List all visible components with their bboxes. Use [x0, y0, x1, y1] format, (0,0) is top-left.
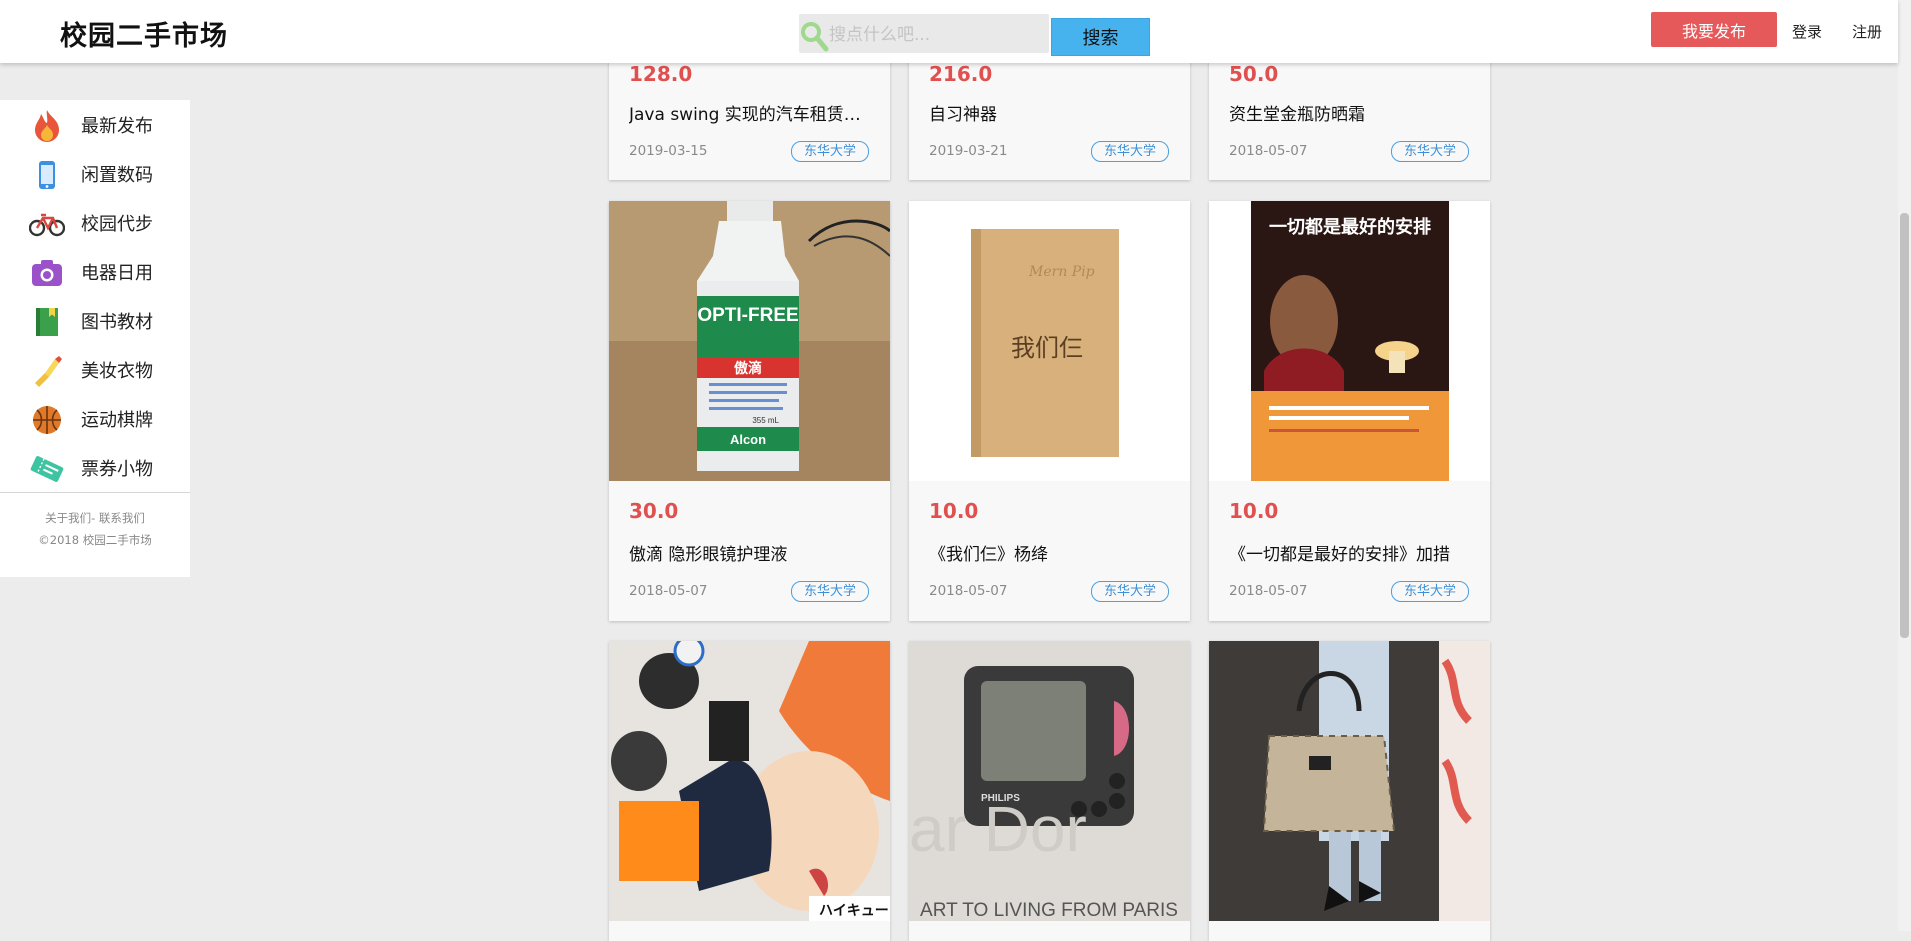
- login-link[interactable]: 登录: [1792, 21, 1822, 42]
- footer-links: 关于我们- 联系我们: [0, 510, 190, 526]
- sidebar-item-label: 校园代步: [81, 214, 153, 235]
- sidebar-item-digital[interactable]: 闲置数码: [0, 149, 190, 198]
- register-link[interactable]: 注册: [1852, 21, 1882, 42]
- product-title: 《一切都是最好的安排》加措: [1229, 545, 1450, 565]
- contact-us-link[interactable]: 联系我们: [99, 511, 145, 525]
- sidebar-item-label: 电器日用: [81, 263, 153, 284]
- bicycle-icon: [28, 206, 66, 238]
- phone-icon: [29, 157, 65, 189]
- product-title: 傲滴 隐形眼镜护理液: [629, 545, 788, 565]
- svg-text:ハイキュー!!: ハイキュー!!: [819, 903, 890, 919]
- sidebar-item-tickets[interactable]: 票券小物: [0, 443, 190, 492]
- product-date: 2018-05-07: [929, 583, 1008, 599]
- product-title: 《我们仨》杨绛: [929, 545, 1048, 565]
- search-box: [799, 14, 1049, 55]
- product-card[interactable]: [1209, 641, 1490, 941]
- product-price: 128.0: [629, 62, 693, 86]
- product-grid: 128.0 Java swing 实现的汽车租赁… 2019-03-15 东华大…: [609, 0, 1490, 941]
- product-date: 2018-05-07: [1229, 143, 1308, 159]
- product-card[interactable]: 一切都是最好的安排 10.0 《一切都是最好的安排》加措 2018-05-07 …: [1209, 201, 1490, 621]
- product-image: Mern Pip 我们仨: [909, 201, 1190, 481]
- svg-text:ar Dor: ar Dor: [909, 793, 1087, 865]
- school-badge: 东华大学: [791, 141, 869, 162]
- book-title-text: 一切都是最好的安排: [1269, 216, 1431, 238]
- search-icon[interactable]: [800, 19, 830, 57]
- sidebar-item-label: 票券小物: [81, 459, 153, 480]
- flame-icon: [29, 108, 65, 142]
- product-price: 216.0: [929, 62, 993, 86]
- ticket-icon: [29, 451, 65, 483]
- sidebar-item-beauty[interactable]: 美妆衣物: [0, 345, 190, 394]
- product-card[interactable]: OPTI-FREE 傲滴 355 mL Alcon 30.0 傲滴 隐形眼镜护理…: [609, 201, 890, 621]
- bottle-brand-text: OPTI-FREE: [697, 305, 798, 326]
- sidebar-item-transport[interactable]: 校园代步: [0, 198, 190, 247]
- book-icon: [29, 304, 65, 336]
- bottle-volume-text: 355 mL: [752, 416, 779, 425]
- category-sidebar: 最新发布 闲置数码 校园代步 电器日用 图书教材 美妆衣物 运动棋牌 票券小物 …: [0, 100, 190, 577]
- school-badge: 东华大学: [1091, 581, 1169, 602]
- device-caption-text: ART TO LIVING FROM PARIS: [920, 900, 1178, 921]
- product-date: 2019-03-15: [629, 143, 708, 159]
- product-image: OPTI-FREE 傲滴 355 mL Alcon: [609, 201, 890, 481]
- sidebar-item-label: 闲置数码: [81, 165, 153, 186]
- school-badge: 东华大学: [1391, 141, 1469, 162]
- sidebar-item-appliances[interactable]: 电器日用: [0, 247, 190, 296]
- sidebar-item-books[interactable]: 图书教材: [0, 296, 190, 345]
- lipstick-icon: [29, 353, 65, 387]
- vertical-scrollbar[interactable]: [1898, 0, 1911, 931]
- product-price: 50.0: [1229, 62, 1279, 86]
- copyright: ©2018 校园二手市场: [38, 533, 152, 547]
- bottle-maker-text: Alcon: [730, 432, 766, 447]
- product-date: 2018-05-07: [629, 583, 708, 599]
- product-title: 自习神器: [929, 105, 997, 125]
- svg-text:Mern Pip: Mern Pip: [1028, 264, 1095, 280]
- product-price: 10.0: [1229, 499, 1279, 523]
- book-title-text: 我们仨: [1011, 334, 1083, 362]
- product-card[interactable]: ハイキュー!!: [609, 641, 890, 941]
- product-price: 10.0: [929, 499, 979, 523]
- sidebar-item-label: 图书教材: [81, 312, 153, 333]
- product-image: 一切都是最好的安排: [1209, 201, 1490, 481]
- sidebar-item-label: 美妆衣物: [81, 361, 153, 382]
- scrollbar-thumb[interactable]: [1900, 213, 1909, 638]
- publish-button[interactable]: 我要发布: [1651, 12, 1777, 47]
- sidebar-item-label: 运动棋牌: [81, 410, 153, 431]
- product-image: PHILIPS ar Dor ART TO LIVING FROM PARIS: [909, 641, 1190, 921]
- product-date: 2019-03-21: [929, 143, 1008, 159]
- camera-icon: [29, 255, 65, 287]
- search-button[interactable]: 搜索: [1051, 18, 1150, 56]
- sidebar-item-sports[interactable]: 运动棋牌: [0, 394, 190, 443]
- product-card[interactable]: PHILIPS ar Dor ART TO LIVING FROM PARIS: [909, 641, 1190, 941]
- product-price: 30.0: [629, 499, 679, 523]
- sidebar-divider: [0, 492, 190, 493]
- product-title: Java swing 实现的汽车租赁…: [629, 105, 861, 125]
- sidebar-item-latest[interactable]: 最新发布: [0, 100, 190, 149]
- product-title: 资生堂金瓶防晒霜: [1229, 105, 1365, 125]
- product-card[interactable]: Mern Pip 我们仨 10.0 《我们仨》杨绛 2018-05-07 东华大…: [909, 201, 1190, 621]
- product-image: ハイキュー!!: [609, 641, 890, 921]
- product-image: [1209, 641, 1490, 921]
- bottle-sub-text: 傲滴: [734, 360, 762, 377]
- search-input[interactable]: [827, 14, 1046, 55]
- school-badge: 东华大学: [1091, 141, 1169, 162]
- product-date: 2018-05-07: [1229, 583, 1308, 599]
- sidebar-item-label: 最新发布: [81, 116, 153, 137]
- top-header: 校园二手市场 搜索 我要发布 登录 注册: [0, 0, 1898, 63]
- school-badge: 东华大学: [791, 581, 869, 602]
- site-logo[interactable]: 校园二手市场: [60, 14, 228, 53]
- about-us-link[interactable]: 关于我们: [45, 511, 91, 525]
- school-badge: 东华大学: [1391, 581, 1469, 602]
- basketball-icon: [29, 402, 65, 434]
- footer-separator: -: [91, 511, 96, 525]
